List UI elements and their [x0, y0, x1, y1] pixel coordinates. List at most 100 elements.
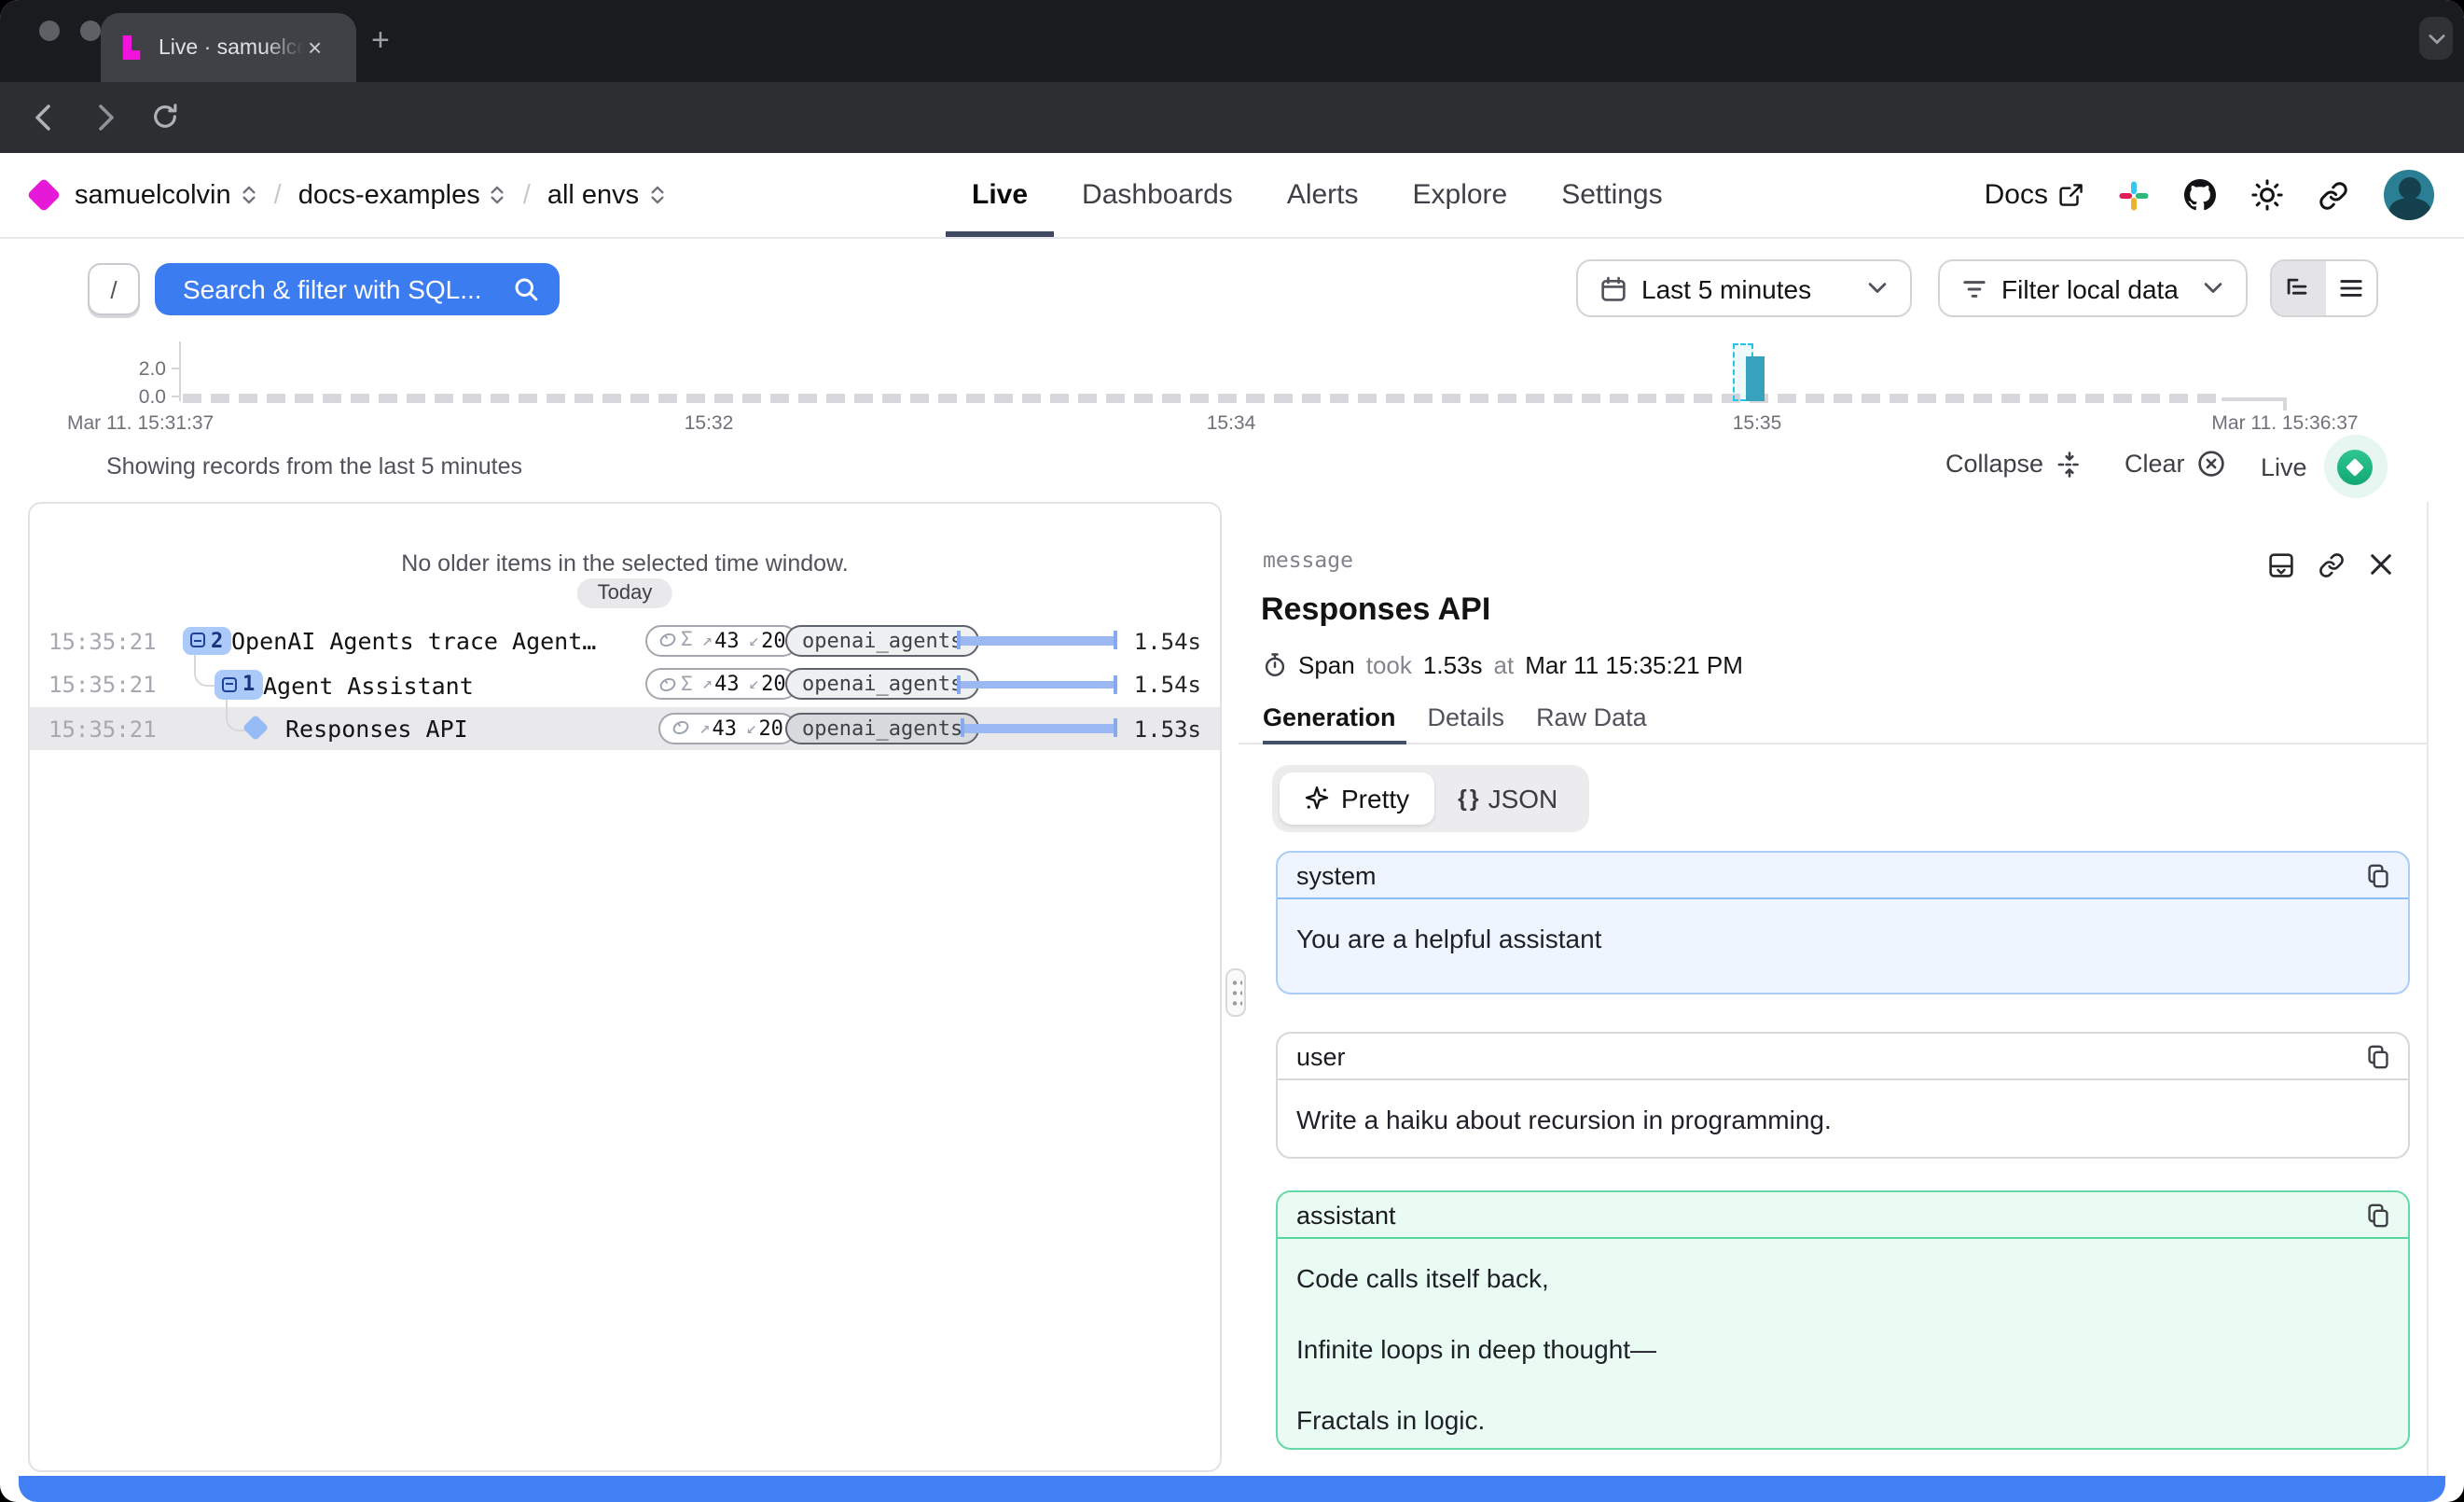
child-count: 2	[211, 629, 223, 653]
tokens-in: 43	[712, 716, 737, 740]
timeline-activity-bar[interactable]	[1746, 356, 1765, 401]
copy-icon[interactable]	[2367, 863, 2389, 887]
tokens-in-arrow-icon: ↗	[702, 630, 713, 650]
tab-explore[interactable]: Explore	[1413, 153, 1508, 237]
tab-raw-data[interactable]: Raw Data	[1536, 703, 1647, 746]
collapse-children-badge[interactable]: 1	[215, 670, 262, 699]
logfire-logo-icon[interactable]	[27, 178, 62, 213]
tag-badge[interactable]: openai_agents	[785, 624, 979, 656]
chevron-updown-icon	[241, 183, 257, 207]
x-tick-label: 15:34	[1207, 412, 1256, 435]
list-view-button[interactable]	[2323, 261, 2376, 315]
tokens-in: 43	[714, 672, 740, 696]
took-word: took	[1366, 651, 1412, 679]
refresh-button[interactable]	[151, 103, 181, 132]
row-timestamp: 15:35:21	[48, 628, 157, 654]
docs-label: Docs	[1985, 179, 2048, 211]
breadcrumb-project[interactable]: docs-examples	[298, 180, 506, 210]
row-duration: 1.54s	[1134, 672, 1201, 698]
duration-bar	[957, 636, 1117, 645]
collapse-children-badge[interactable]: 2	[183, 626, 230, 655]
browser-window: Live · samuelcolvin/docs-exa × + logfire…	[0, 0, 2464, 1502]
date-chip[interactable]: Today	[577, 578, 673, 608]
json-toggle-button[interactable]: { } JSON	[1433, 772, 1582, 825]
duration-bar	[957, 680, 1117, 688]
braces-icon: { }	[1458, 786, 1476, 812]
slack-icon[interactable]	[2119, 180, 2149, 210]
filter-icon	[1962, 277, 1986, 299]
span-name: OpenAI Agents trace Agent…	[231, 627, 596, 655]
tokens-out: 20	[761, 672, 786, 696]
tag-badge[interactable]: openai_agents	[785, 668, 979, 700]
browser-tab[interactable]: Live · samuelcolvin/docs-exa ×	[101, 13, 356, 82]
breadcrumb-org[interactable]: samuelcolvin	[75, 180, 257, 210]
user-avatar[interactable]	[2384, 170, 2434, 220]
share-link-icon[interactable]	[2319, 180, 2348, 210]
dock-panel-icon[interactable]	[2268, 552, 2294, 578]
theme-sun-icon[interactable]	[2251, 179, 2283, 211]
records-panel: No older items in the selected time wind…	[28, 502, 1222, 1472]
live-label: Live	[2261, 452, 2307, 480]
tab-settings[interactable]: Settings	[1561, 153, 1662, 237]
span-summary: Span took 1.53s at Mar 11 15:35:21 PM	[1263, 651, 1743, 679]
chevron-down-icon	[2203, 282, 2223, 295]
message-card-user: user Write a haiku about recursion in pr…	[1276, 1032, 2410, 1159]
y-tick-label: 0.0	[108, 385, 166, 408]
org-name: samuelcolvin	[75, 180, 231, 210]
forward-button[interactable]	[90, 103, 119, 132]
collapse-button[interactable]: Collapse	[1945, 450, 2081, 478]
message-content: You are a helpful assistant	[1296, 924, 2389, 953]
window-bottom-accent	[19, 1476, 2445, 1502]
search-filter-button[interactable]: Search & filter with SQL...	[155, 263, 560, 315]
project-name: docs-examples	[298, 180, 480, 210]
tokens-out-arrow-icon: ↙	[749, 630, 759, 650]
tab-live[interactable]: Live	[972, 153, 1028, 237]
tree-view-icon	[2286, 276, 2310, 300]
copy-icon[interactable]	[2367, 1203, 2389, 1227]
tree-view-button[interactable]	[2272, 261, 2323, 315]
time-range-dropdown[interactable]: Last 5 minutes	[1576, 259, 1912, 317]
breadcrumb: samuelcolvin / docs-examples / all envs	[75, 153, 665, 237]
haiku-line: Fractals in logic.	[1296, 1405, 2389, 1435]
tag-badge[interactable]: openai_agents	[785, 712, 979, 744]
y-tick	[172, 396, 179, 397]
back-button[interactable]	[30, 103, 60, 132]
env-name: all envs	[547, 180, 639, 210]
tokens-in-arrow-icon: ↗	[699, 717, 710, 738]
minimize-window-button[interactable]	[80, 21, 101, 41]
browser-tab-strip: Live · samuelcolvin/docs-exa × +	[0, 0, 2464, 82]
span-timestamp: Mar 11 15:35:21 PM	[1525, 651, 1743, 679]
role-label: system	[1296, 861, 1377, 889]
live-indicator-icon[interactable]	[2338, 449, 2374, 484]
role-label: assistant	[1296, 1201, 1396, 1229]
row-timestamp: 15:35:21	[48, 716, 157, 742]
github-icon[interactable]	[2184, 179, 2216, 211]
tab-alerts[interactable]: Alerts	[1287, 153, 1359, 237]
trace-row-selected[interactable]: 15:35:21 Responses API ↗43 ↙20 openai_ag…	[30, 706, 1220, 750]
tab-close-icon[interactable]: ×	[308, 35, 322, 60]
copy-link-icon[interactable]	[2319, 552, 2345, 578]
clear-button[interactable]: Clear	[2125, 450, 2226, 478]
x-tick-label: Mar 11. 15:31:37	[67, 412, 214, 435]
logfire-favicon	[119, 35, 144, 60]
panel-resize-handle[interactable]	[1225, 968, 1246, 1017]
live-toggle[interactable]: Live	[2261, 435, 2388, 498]
filter-local-data-dropdown[interactable]: Filter local data	[1938, 259, 2248, 317]
header-actions: Docs	[1985, 153, 2434, 237]
span-name: Responses API	[285, 715, 468, 743]
docs-link[interactable]: Docs	[1985, 179, 2083, 211]
y-tick-label: 2.0	[108, 357, 166, 380]
copy-icon[interactable]	[2367, 1044, 2389, 1068]
pretty-toggle-button[interactable]: Pretty	[1280, 772, 1433, 825]
close-icon[interactable]	[2369, 552, 2393, 577]
tab-dashboards[interactable]: Dashboards	[1082, 153, 1233, 237]
tab-details[interactable]: Details	[1428, 703, 1505, 746]
new-tab-button[interactable]: +	[371, 24, 390, 56]
slash-shortcut-key[interactable]: /	[88, 263, 140, 315]
breadcrumb-env[interactable]: all envs	[547, 180, 665, 210]
breadcrumb-separator: /	[523, 180, 531, 210]
detail-tabs-rule	[1239, 743, 2427, 744]
record-kind-label: message	[1263, 547, 1353, 573]
close-window-button[interactable]	[39, 21, 60, 41]
tab-search-button[interactable]	[2419, 17, 2453, 60]
